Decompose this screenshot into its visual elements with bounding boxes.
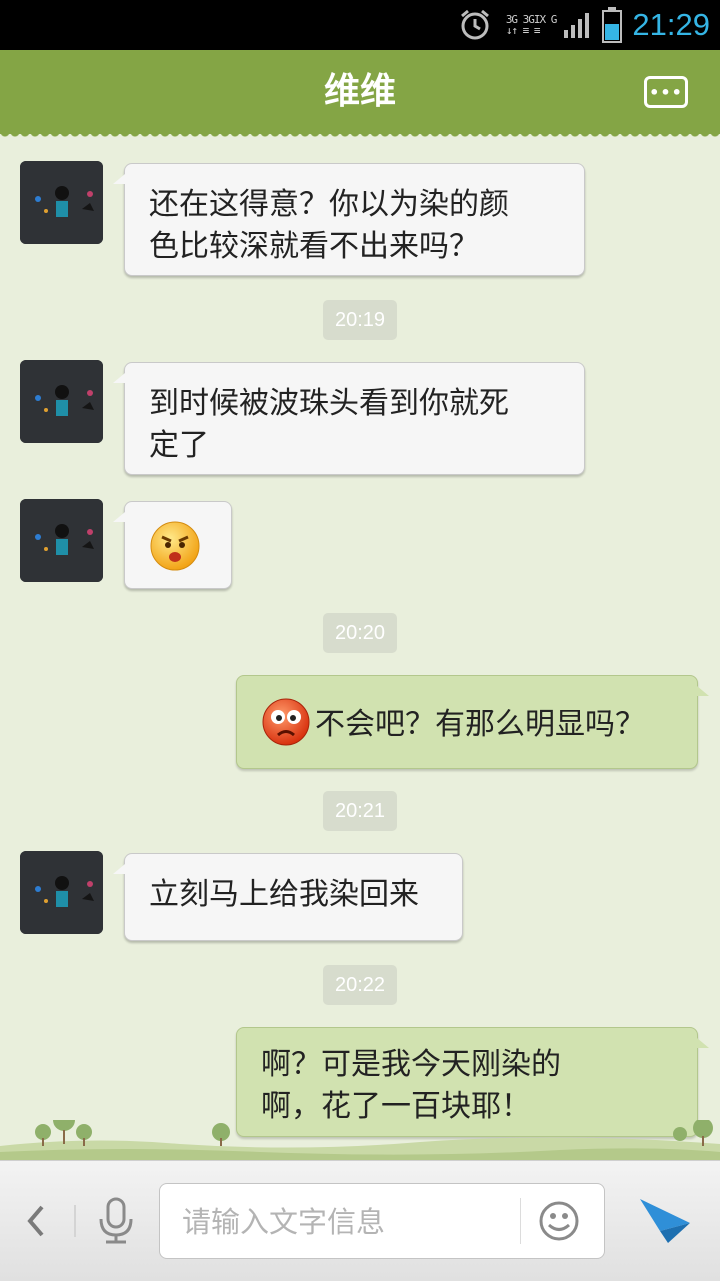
incoming-message[interactable]: 还在这得意？你以为染的颜 色比较深就看不出来吗？ [113, 163, 585, 276]
input-bar: 请输入文字信息 [0, 1160, 720, 1281]
contact-avatar[interactable] [20, 851, 103, 934]
incoming-emoji-message[interactable] [113, 501, 232, 589]
network-indicator: 3G 3GIX G ↓↑ ≡ ≡ [506, 14, 563, 36]
message-text-line: 立刻马上给我染回来 [149, 877, 419, 912]
more-icon: ••• [649, 83, 683, 102]
message-text-line: 到时候被波珠头看到你就死 [149, 386, 509, 421]
smiley-icon[interactable] [538, 1200, 580, 1242]
timestamp: 20:22 [323, 965, 397, 1005]
landscape-decoration [0, 1120, 720, 1162]
send-icon[interactable] [638, 1195, 692, 1245]
status-bar: 3G 3GIX G ↓↑ ≡ ≡ 21:29 [0, 0, 720, 50]
angry-face-emoji [150, 521, 200, 571]
outgoing-message[interactable]: 不会吧？有那么明显吗？ [236, 675, 709, 769]
chat-area[interactable]: 还在这得意？你以为染的颜 色比较深就看不出来吗？ 20:19 到时候被波珠头看到… [0, 134, 720, 1160]
message-text-line: 定了 [149, 428, 209, 463]
chevron-left-icon[interactable] [24, 1203, 48, 1239]
message-content: 不会吧？有那么明显吗？ [261, 697, 697, 747]
shocked-red-face-emoji [262, 698, 310, 746]
message-text-line: 不会吧？有那么明显吗？ [315, 707, 645, 742]
signal-icon [564, 13, 590, 38]
incoming-message[interactable]: 立刻马上给我染回来 [113, 853, 463, 941]
timestamp: 20:20 [323, 613, 397, 653]
clock: 21:29 [632, 7, 710, 42]
chat-title: 维维 [323, 71, 396, 112]
status-icons: 3G 3GIX G ↓↑ ≡ ≡ 21:29 [458, 0, 720, 50]
network-activity-label: ↓↑ ≡ ≡ [505, 24, 541, 37]
avatar-image [20, 499, 103, 582]
divider [74, 1205, 76, 1237]
title-bar: 维维 ••• [0, 50, 720, 140]
alarm-icon [460, 9, 489, 40]
message-input-placeholder: 请输入文字信息 [182, 1205, 386, 1239]
avatar-image [20, 360, 103, 443]
contact-avatar[interactable] [20, 499, 103, 582]
contact-avatar[interactable] [20, 161, 103, 244]
incoming-message[interactable]: 到时候被波珠头看到你就死 定了 [113, 362, 585, 475]
contact-avatar[interactable] [20, 360, 103, 443]
message-text-line: 啊？可是我今天刚染的 [261, 1047, 561, 1082]
message-text-line: 还在这得意？你以为染的颜 [149, 187, 509, 222]
avatar-image [20, 161, 103, 244]
avatar-image [20, 851, 103, 934]
message-text-line: 色比较深就看不出来吗？ [149, 229, 479, 264]
message-input[interactable]: 请输入文字信息 [159, 1183, 605, 1259]
divider [520, 1198, 521, 1244]
timestamp: 20:19 [323, 300, 397, 340]
timestamp: 20:21 [323, 791, 397, 831]
microphone-icon[interactable] [96, 1197, 136, 1245]
battery-icon [602, 7, 623, 43]
more-button[interactable]: ••• [644, 76, 688, 108]
